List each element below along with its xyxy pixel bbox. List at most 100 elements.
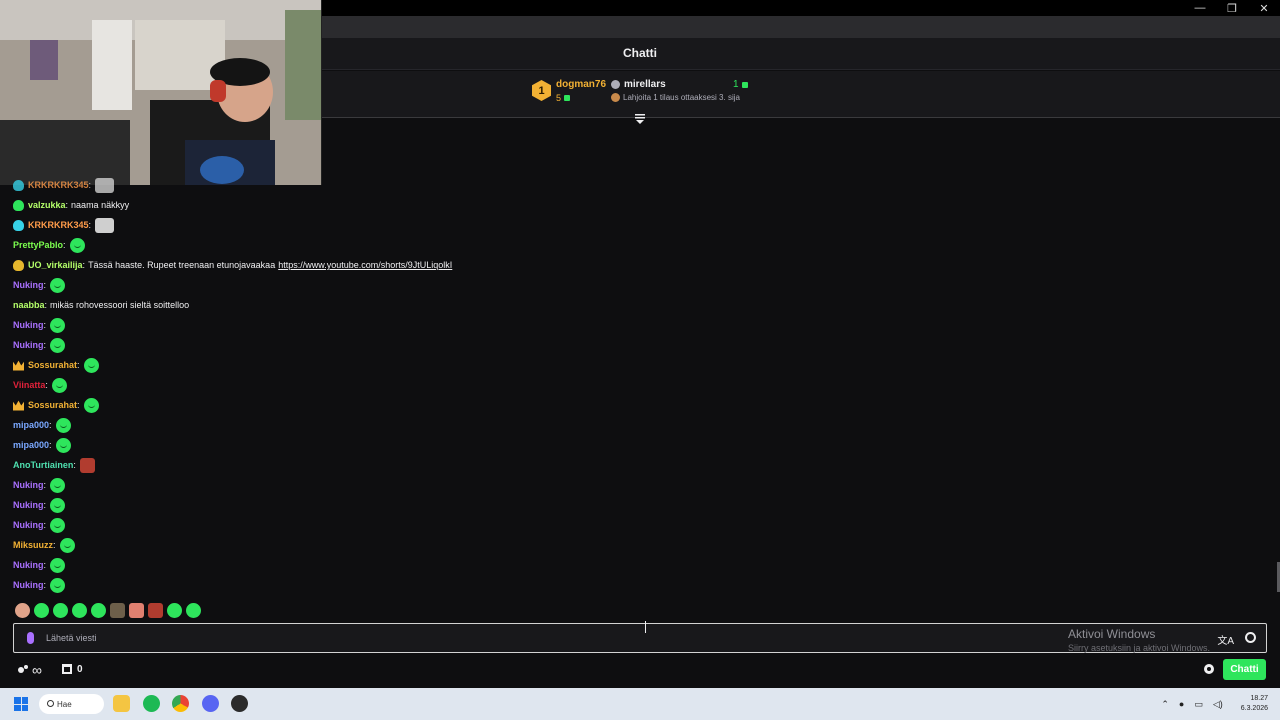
- chevron-up-icon[interactable]: ⌃: [1161, 699, 1169, 710]
- leaderboard-first-user[interactable]: dogman76: [556, 79, 606, 90]
- second-count-value: 1: [733, 79, 739, 90]
- username-separator: :: [77, 400, 80, 410]
- file-explorer-icon[interactable]: [113, 695, 130, 712]
- chat-username[interactable]: Sossurahat: [28, 400, 77, 410]
- chat-username[interactable]: mipa000: [13, 440, 49, 450]
- chat-username[interactable]: Nuking: [13, 480, 44, 490]
- taskbar-clock[interactable]: 18.27 6.3.2026: [1241, 694, 1268, 714]
- chat-username[interactable]: KRKRKRK345: [28, 220, 89, 230]
- user-badge-icon[interactable]: [13, 360, 24, 371]
- chat-emote[interactable]: [59, 537, 75, 553]
- chat-message: Nuking:: [13, 555, 913, 575]
- leaderboard-first-count: 5: [556, 93, 571, 103]
- recent-emote[interactable]: [72, 603, 87, 618]
- minimize-button[interactable]: —: [1184, 0, 1216, 16]
- recent-emote[interactable]: [129, 603, 144, 618]
- chat-username[interactable]: UO_virkailija: [28, 260, 83, 270]
- username-separator: :: [43, 500, 47, 510]
- chat-emote[interactable]: [50, 317, 66, 333]
- windows-start-icon[interactable]: [14, 697, 28, 711]
- recent-emote[interactable]: [186, 603, 201, 618]
- chat-message: Nuking:: [13, 515, 913, 535]
- recent-emotes-bar: [15, 603, 201, 618]
- chat-emote[interactable]: [50, 557, 66, 573]
- recent-emote[interactable]: [91, 603, 106, 618]
- restore-button[interactable]: ❐: [1216, 0, 1248, 16]
- username-separator: :: [88, 220, 92, 230]
- chat-emote[interactable]: [83, 357, 99, 373]
- network-icon[interactable]: ▭: [1194, 699, 1203, 710]
- leaderboard-second-user[interactable]: mirellars: [611, 79, 666, 90]
- obs-icon[interactable]: [231, 695, 248, 712]
- store-icon[interactable]: [62, 664, 72, 674]
- recent-emote[interactable]: [148, 603, 163, 618]
- spotify-icon[interactable]: [143, 695, 160, 712]
- chat-username[interactable]: AnoTurtiainen: [13, 460, 73, 470]
- user-badge-icon[interactable]: [13, 259, 24, 271]
- user-badge-icon[interactable]: [13, 199, 24, 211]
- taskbar-search[interactable]: Hae: [39, 694, 104, 714]
- chat-username[interactable]: naabba: [13, 300, 45, 310]
- username-separator: :: [82, 260, 86, 270]
- gift-icon: [741, 81, 748, 88]
- close-button[interactable]: ✕: [1248, 0, 1280, 16]
- recent-emote[interactable]: [167, 603, 182, 618]
- channel-points-icon[interactable]: [18, 664, 29, 674]
- volume-icon[interactable]: ◁): [1213, 699, 1223, 710]
- chat-username[interactable]: Nuking: [13, 500, 44, 510]
- chat-emote[interactable]: [69, 237, 85, 253]
- discord-icon[interactable]: [202, 695, 219, 712]
- chat-emote[interactable]: [50, 337, 66, 353]
- chat-emote[interactable]: [50, 277, 66, 293]
- chat-emote[interactable]: [50, 477, 66, 493]
- chat-username[interactable]: valzukka: [28, 200, 66, 210]
- chat-message: KRKRKRK345:: [13, 215, 913, 235]
- user-badge-icon[interactable]: [13, 179, 24, 191]
- chat-username[interactable]: mipa000: [13, 420, 49, 430]
- recent-emote[interactable]: [110, 603, 125, 618]
- chat-username[interactable]: PrettyPablo: [13, 240, 63, 250]
- chat-username[interactable]: Viinatta: [13, 380, 45, 390]
- user-badge-icon[interactable]: [13, 400, 24, 411]
- user-badge-icon[interactable]: [13, 219, 24, 231]
- chat-username[interactable]: Nuking: [13, 560, 44, 570]
- chat-username[interactable]: Sossurahat: [28, 360, 77, 370]
- chat-emote[interactable]: [79, 457, 95, 473]
- chat-message-link[interactable]: https://www.youtube.com/shorts/9JtULiqol…: [278, 260, 452, 270]
- translate-icon[interactable]: 文A: [1217, 632, 1234, 647]
- chat-username[interactable]: Nuking: [13, 280, 44, 290]
- send-chat-button[interactable]: Chatti: [1223, 659, 1266, 680]
- webcam-image: [0, 0, 321, 185]
- chat-emote[interactable]: [50, 577, 66, 593]
- gear-icon[interactable]: [1204, 664, 1214, 674]
- chat-message-text: Tässä haaste. Rupeet treenaan etunojavaa…: [88, 260, 276, 270]
- chat-username[interactable]: Nuking: [13, 580, 44, 590]
- chat-username[interactable]: Nuking: [13, 320, 44, 330]
- username-separator: :: [49, 440, 52, 450]
- microphone-tray-icon[interactable]: ●: [1179, 699, 1184, 710]
- chat-emote[interactable]: [95, 177, 115, 193]
- chat-username[interactable]: Miksuuzz: [13, 540, 53, 550]
- chat-username[interactable]: Nuking: [13, 340, 44, 350]
- chat-emote[interactable]: [95, 217, 115, 233]
- chat-username[interactable]: Nuking: [13, 520, 44, 530]
- watermark-subtitle: Siirry asetuksiin ja aktivoi Windows.: [1068, 643, 1211, 653]
- cta-text: Lahjoita 1 tilaus ottaaksesi 3. sija: [623, 93, 740, 102]
- recent-emote[interactable]: [53, 603, 68, 618]
- gift-icon: [564, 95, 571, 101]
- recent-emote[interactable]: [15, 603, 30, 618]
- recent-emote[interactable]: [34, 603, 49, 618]
- microphone-icon[interactable]: [27, 632, 34, 644]
- chrome-icon[interactable]: [172, 695, 189, 712]
- chat-emote[interactable]: [50, 497, 66, 513]
- chat-emote[interactable]: [83, 397, 99, 413]
- chat-username[interactable]: KRKRKRK345: [28, 180, 89, 190]
- chat-emote[interactable]: [55, 437, 71, 453]
- chat-message: Nuking:: [13, 575, 913, 595]
- chat-emote[interactable]: [50, 517, 66, 533]
- collapse-leaderboard-icon[interactable]: [634, 114, 646, 124]
- chat-emote[interactable]: [51, 377, 67, 393]
- chat-emote[interactable]: [55, 417, 71, 433]
- emote-picker-icon[interactable]: [1245, 632, 1256, 643]
- chat-message-input[interactable]: [46, 630, 946, 646]
